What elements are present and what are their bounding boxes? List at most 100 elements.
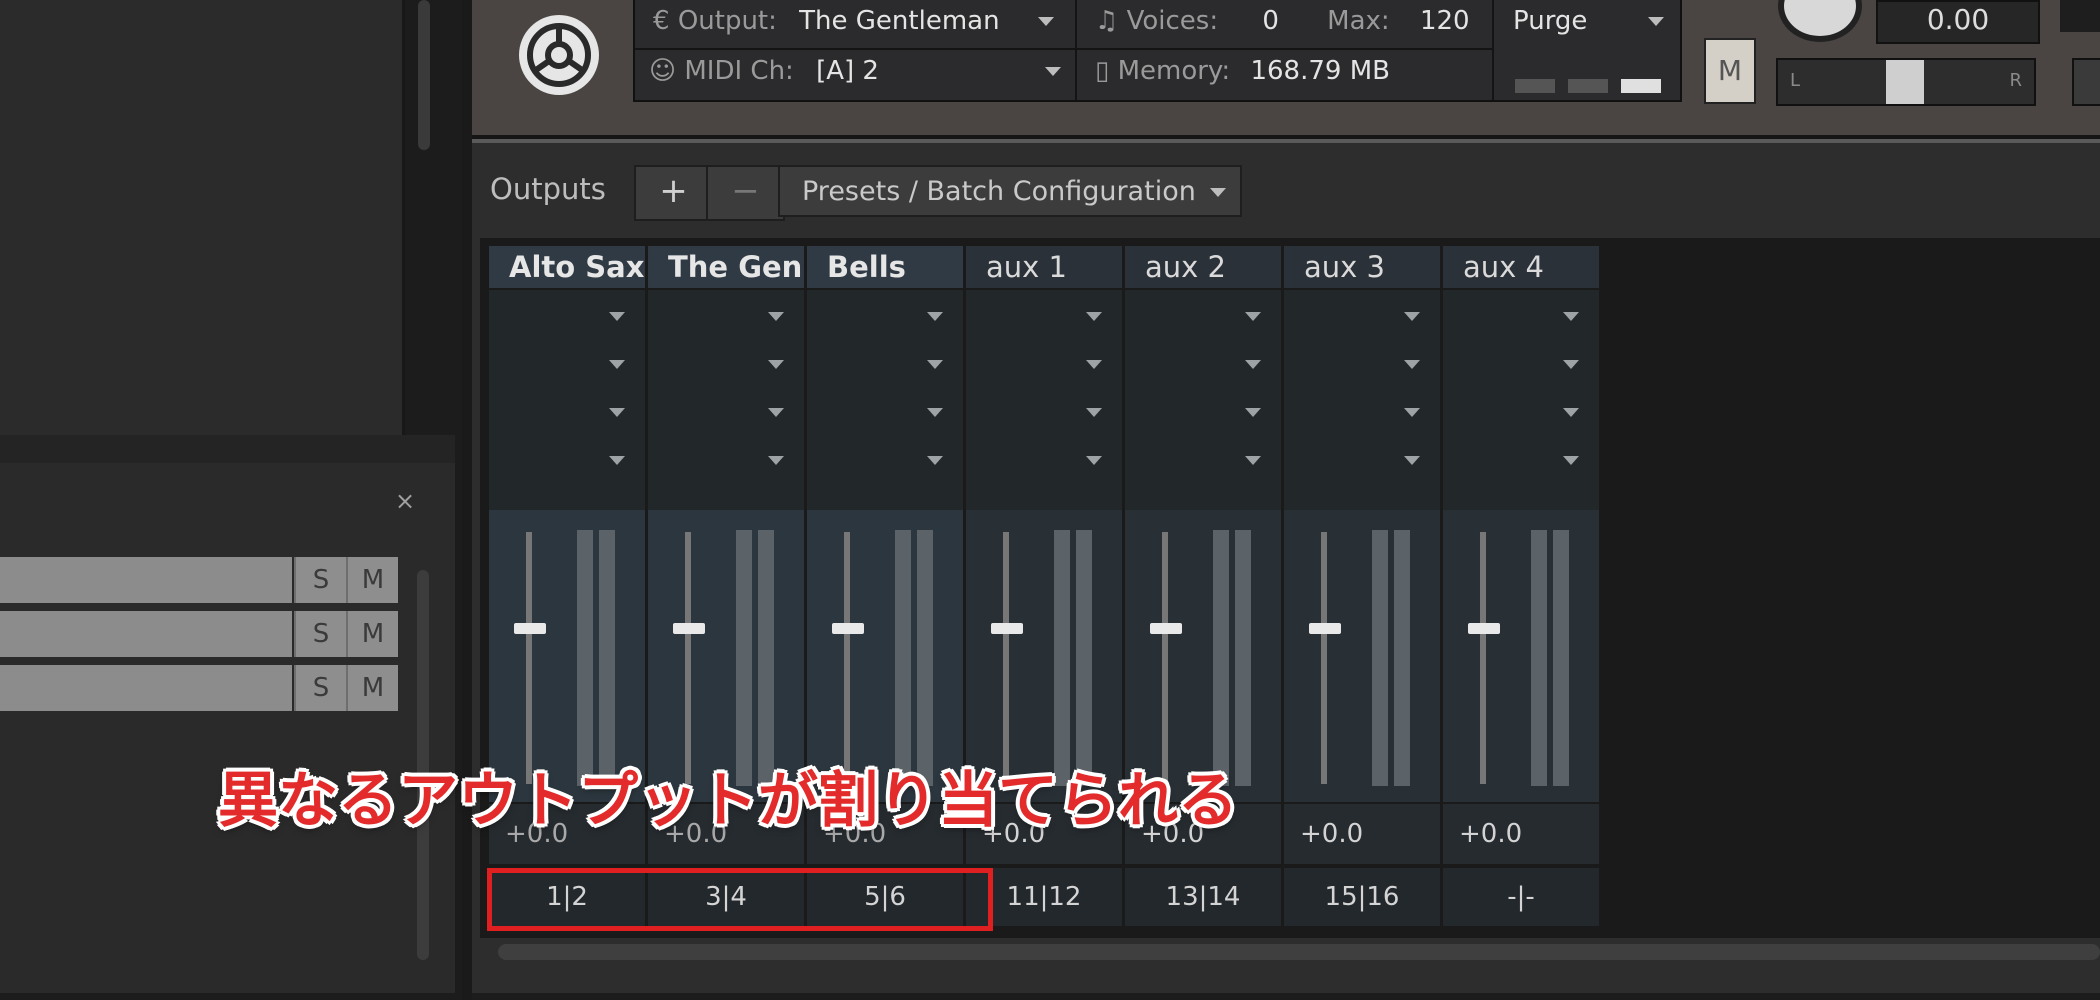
presets-label: Presets / Batch Configuration: [802, 176, 1196, 207]
channel-name[interactable]: aux 3: [1284, 246, 1440, 288]
chevron-down-icon[interactable]: [1245, 312, 1261, 321]
midi-channel-selector[interactable]: ☺ MIDI Ch: [A] 2: [649, 56, 1062, 86]
channel-name[interactable]: The Gen: [648, 246, 804, 288]
fader-track: [1480, 532, 1486, 784]
chevron-down-icon[interactable]: [1563, 360, 1579, 369]
chevron-down-icon[interactable]: [1563, 408, 1579, 417]
volume-db-value[interactable]: +0.0: [1284, 804, 1440, 864]
pan-slider[interactable]: L R: [1776, 58, 2036, 106]
level-meter-left: [1531, 530, 1547, 786]
output-icon: €: [653, 6, 670, 36]
fader-track: [685, 532, 691, 784]
chevron-down-icon[interactable]: [768, 360, 784, 369]
track-row: S M: [0, 557, 398, 603]
max-voices-value[interactable]: 120: [1420, 6, 1470, 36]
level-meter-left: [577, 530, 593, 786]
chevron-down-icon[interactable]: [768, 456, 784, 465]
track-name-field[interactable]: [0, 557, 292, 603]
fader-handle[interactable]: [1309, 623, 1341, 634]
chevron-down-icon[interactable]: [1404, 456, 1420, 465]
highlight-box: [487, 868, 993, 931]
add-output-button[interactable]: +: [634, 165, 713, 221]
chevron-down-icon[interactable]: [1245, 408, 1261, 417]
chevron-down-icon[interactable]: [768, 408, 784, 417]
presets-batch-button[interactable]: Presets / Batch Configuration: [778, 165, 1242, 217]
level-meter-left: [1054, 530, 1070, 786]
level-meter-right: [1235, 530, 1251, 786]
chevron-down-icon[interactable]: [609, 312, 625, 321]
chevron-down-icon[interactable]: [927, 456, 943, 465]
mute-button[interactable]: M: [346, 665, 398, 711]
mute-button[interactable]: M: [346, 557, 398, 603]
fader-handle[interactable]: [1468, 623, 1500, 634]
chevron-down-icon[interactable]: [1245, 360, 1261, 369]
close-icon[interactable]: ×: [395, 487, 415, 515]
level-meter-left: [1372, 530, 1388, 786]
remove-output-button[interactable]: −: [706, 165, 785, 221]
purge-menu[interactable]: Purge: [1513, 6, 1664, 36]
chevron-down-icon[interactable]: [1086, 408, 1102, 417]
pan-handle[interactable]: [1886, 60, 1924, 104]
fader-track: [844, 532, 850, 784]
fader-handle[interactable]: [991, 623, 1023, 634]
level-meter-right: [758, 530, 774, 786]
chevron-down-icon[interactable]: [609, 408, 625, 417]
channel-name[interactable]: aux 1: [966, 246, 1122, 288]
channel-name[interactable]: aux 2: [1125, 246, 1281, 288]
fader-handle[interactable]: [673, 623, 705, 634]
chevron-down-icon[interactable]: [768, 312, 784, 321]
fader-handle[interactable]: [832, 623, 864, 634]
chevron-down-icon[interactable]: [609, 360, 625, 369]
level-meter-left: [1213, 530, 1229, 786]
fader-handle[interactable]: [514, 623, 546, 634]
chevron-down-icon[interactable]: [1245, 456, 1261, 465]
output-channel-strip: aux 3 +0.0 15|16: [1284, 246, 1440, 926]
pane-separator: [462, 0, 472, 1000]
chevron-down-icon[interactable]: [1404, 312, 1420, 321]
channel-name[interactable]: Alto Sax: [489, 246, 645, 288]
output-routing[interactable]: 13|14: [1125, 868, 1281, 926]
solo-button[interactable]: S: [294, 611, 346, 657]
track-name-field[interactable]: [0, 665, 292, 711]
output-routing[interactable]: -|-: [1443, 868, 1599, 926]
chevron-down-icon: [1037, 17, 1054, 26]
track-name-field[interactable]: [0, 611, 292, 657]
chevron-down-icon[interactable]: [1404, 408, 1420, 417]
chevron-down-icon[interactable]: [1563, 456, 1579, 465]
header-side-button[interactable]: [2072, 58, 2100, 106]
chevron-down-icon[interactable]: [1086, 456, 1102, 465]
mute-button[interactable]: M: [346, 611, 398, 657]
solo-button[interactable]: S: [294, 557, 346, 603]
mixer-horizontal-scrollbar[interactable]: [498, 944, 2100, 960]
fader-track: [1003, 532, 1009, 784]
kontakt-logo-icon: [519, 15, 599, 95]
chevron-down-icon: [1209, 188, 1226, 197]
volume-db-value[interactable]: +0.0: [1443, 804, 1599, 864]
output-selector[interactable]: € Output: The Gentleman: [653, 6, 1054, 36]
mute-button[interactable]: M: [1704, 38, 1756, 104]
tune-value: 0.00: [1876, 0, 2040, 44]
chevron-down-icon[interactable]: [1086, 360, 1102, 369]
chevron-down-icon[interactable]: [927, 408, 943, 417]
outputs-title: Outputs: [490, 172, 606, 206]
fader-handle[interactable]: [1150, 623, 1182, 634]
solo-button[interactable]: S: [294, 665, 346, 711]
chevron-down-icon[interactable]: [927, 360, 943, 369]
level-meter-right: [917, 530, 933, 786]
channel-name[interactable]: aux 4: [1443, 246, 1599, 288]
volume-fader[interactable]: [1284, 510, 1440, 802]
channel-name[interactable]: Bells: [807, 246, 963, 288]
chevron-down-icon[interactable]: [1086, 312, 1102, 321]
chevron-down-icon[interactable]: [927, 312, 943, 321]
chevron-down-icon[interactable]: [609, 456, 625, 465]
chevron-down-icon: [1045, 67, 1062, 76]
volume-fader[interactable]: [1443, 510, 1599, 802]
chevron-down-icon[interactable]: [1404, 360, 1420, 369]
left-top-scrollbar[interactable]: [418, 0, 430, 150]
voices-icon: ♫: [1095, 6, 1119, 36]
annotation-text: 異なるアウトプットが割り当てられる: [218, 766, 1238, 836]
output-routing[interactable]: 15|16: [1284, 868, 1440, 926]
midi-value: [A] 2: [816, 56, 879, 86]
chevron-down-icon[interactable]: [1563, 312, 1579, 321]
output-value: The Gentleman: [799, 6, 1000, 36]
